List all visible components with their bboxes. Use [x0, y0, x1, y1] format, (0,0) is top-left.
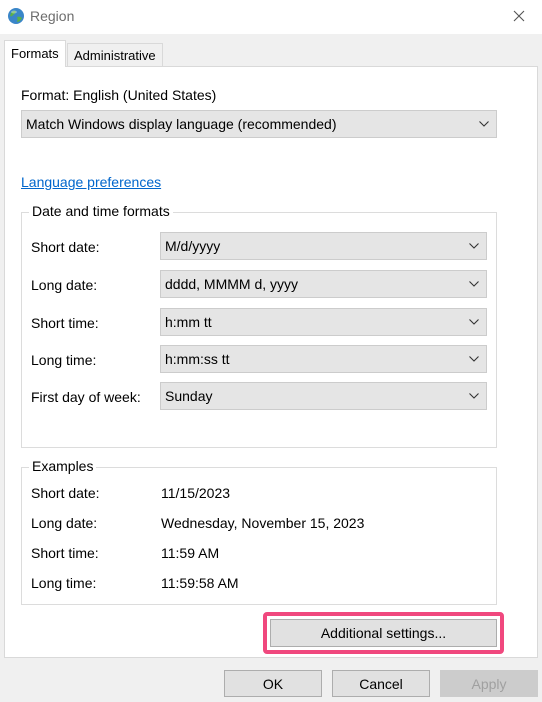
- example-short-date-label: Short date:: [31, 485, 100, 501]
- example-long-date-label: Long date:: [31, 515, 98, 531]
- close-button[interactable]: [496, 0, 542, 34]
- globe-icon: [7, 7, 25, 25]
- example-long-date-value: Wednesday, November 15, 2023: [161, 515, 365, 531]
- long-date-label: Long date:: [31, 277, 98, 293]
- chevron-down-icon: [469, 319, 479, 325]
- tab-administrative[interactable]: Administrative: [67, 43, 163, 66]
- cancel-button[interactable]: Cancel: [332, 670, 430, 697]
- format-select[interactable]: Match Windows display language (recommen…: [21, 110, 497, 138]
- additional-settings-button[interactable]: Additional settings...: [270, 619, 497, 647]
- tab-formats[interactable]: Formats: [4, 40, 66, 67]
- first-day-of-week-select[interactable]: Sunday: [160, 382, 487, 410]
- apply-button[interactable]: Apply: [440, 670, 538, 697]
- format-select-value: Match Windows display language (recommen…: [26, 116, 337, 132]
- short-time-select[interactable]: h:mm tt: [160, 308, 487, 336]
- group-title: Date and time formats: [29, 203, 173, 219]
- chevron-down-icon: [469, 281, 479, 287]
- close-icon: [513, 9, 525, 25]
- window-title: Region: [30, 8, 75, 24]
- short-date-select-value: M/d/yyyy: [165, 238, 221, 254]
- example-short-time-label: Short time:: [31, 545, 99, 561]
- example-short-time-value: 11:59 AM: [161, 545, 220, 561]
- first-day-of-week-label: First day of week:: [31, 389, 141, 405]
- example-short-date-value: 11/15/2023: [161, 485, 231, 501]
- chevron-down-icon: [469, 393, 479, 399]
- long-date-select[interactable]: dddd, MMMM d, yyyy: [160, 270, 487, 298]
- short-date-label: Short date:: [31, 239, 100, 255]
- language-preferences-link[interactable]: Language preferences: [21, 174, 161, 190]
- chevron-down-icon: [469, 356, 479, 362]
- short-time-select-value: h:mm tt: [165, 314, 212, 330]
- long-time-label: Long time:: [31, 352, 97, 368]
- long-date-select-value: dddd, MMMM d, yyyy: [165, 276, 299, 292]
- long-time-select-value: h:mm:ss tt: [165, 351, 230, 367]
- chevron-down-icon: [469, 243, 479, 249]
- chevron-down-icon: [479, 121, 489, 127]
- first-day-of-week-select-value: Sunday: [165, 388, 213, 404]
- title-bar: Region: [0, 0, 542, 34]
- ok-button[interactable]: OK: [224, 670, 322, 697]
- short-date-select[interactable]: M/d/yyyy: [160, 232, 487, 260]
- example-long-time-value: 11:59:58 AM: [161, 575, 239, 591]
- example-long-time-label: Long time:: [31, 575, 97, 591]
- format-label: Format: English (United States): [21, 87, 217, 103]
- group-title: Examples: [29, 458, 97, 474]
- long-time-select[interactable]: h:mm:ss tt: [160, 345, 487, 373]
- short-time-label: Short time:: [31, 315, 99, 331]
